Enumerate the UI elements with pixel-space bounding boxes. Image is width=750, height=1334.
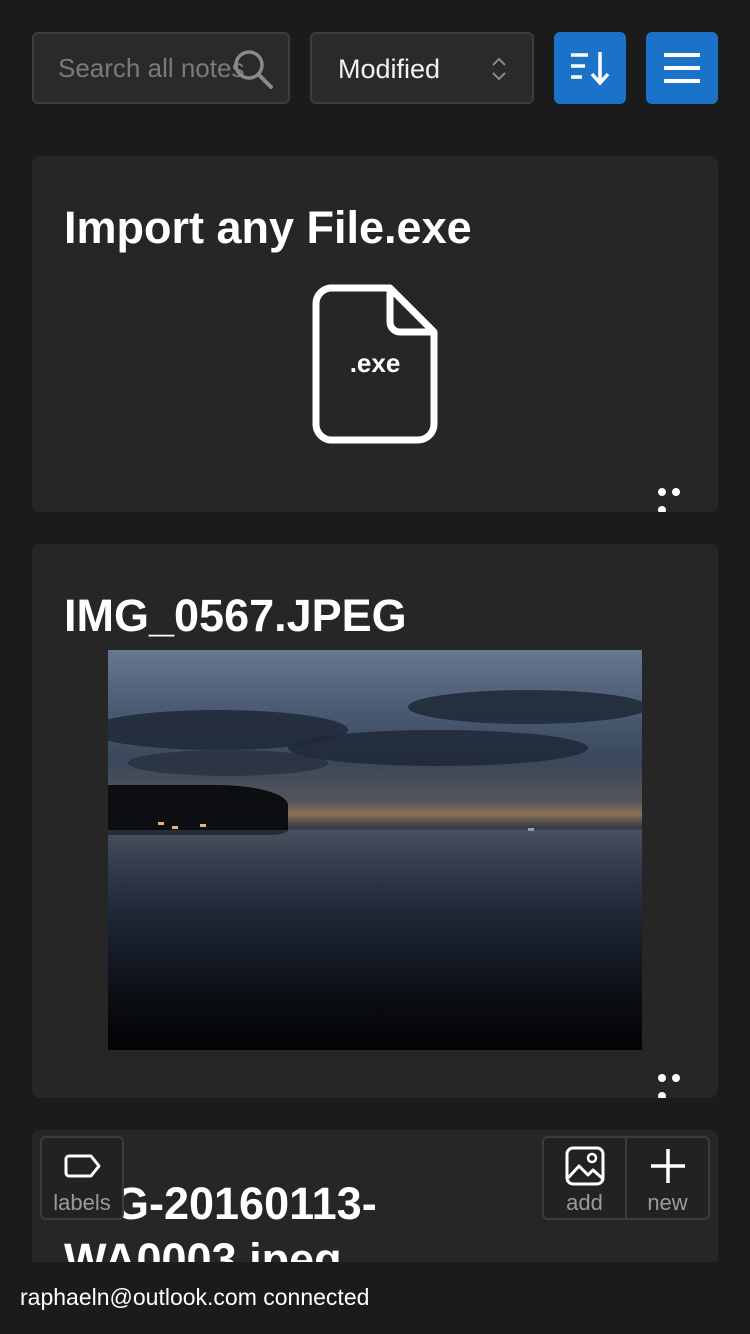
connection-status-text: raphaeln@outlook.com connected <box>20 1284 370 1310</box>
labels-button[interactable]: labels <box>40 1136 124 1220</box>
more-dots-icon[interactable] <box>658 1069 698 1098</box>
file-icon: .exe <box>312 284 438 444</box>
sort-select-value: Modified <box>338 54 441 84</box>
plus-icon <box>651 1149 685 1183</box>
tag-icon <box>64 1154 101 1178</box>
add-button-label: add <box>566 1190 603 1215</box>
file-ext-label: .exe <box>350 348 401 378</box>
labels-button-label: labels <box>53 1190 111 1215</box>
search-icon[interactable] <box>232 48 274 90</box>
status-bar: raphaeln@outlook.com connected <box>0 1262 750 1334</box>
note-image <box>108 650 642 1050</box>
sort-direction-button[interactable] <box>554 32 626 104</box>
note-title: Import any File.exe <box>64 202 472 253</box>
sort-descending-icon <box>571 52 610 86</box>
hamburger-menu-icon <box>664 53 700 83</box>
add-new-button-group: add new <box>542 1136 710 1220</box>
new-button-label: new <box>647 1190 688 1215</box>
more-dots-icon[interactable] <box>658 483 698 512</box>
chevron-up-down-icon <box>492 57 506 81</box>
add-image-button[interactable]: add <box>544 1138 627 1218</box>
search-box[interactable] <box>32 32 290 104</box>
image-icon <box>565 1146 605 1186</box>
sort-select[interactable]: Modified <box>310 32 534 104</box>
note-card[interactable]: Import any File.exe .exe <box>32 156 718 512</box>
search-input[interactable] <box>34 34 258 102</box>
note-title: IMG_0567.JPEG <box>64 590 407 641</box>
note-card[interactable]: IMG_0567.JPEG <box>32 544 718 1098</box>
new-note-button[interactable]: new <box>627 1138 708 1218</box>
menu-button[interactable] <box>646 32 718 104</box>
top-toolbar: Modified <box>0 0 750 140</box>
